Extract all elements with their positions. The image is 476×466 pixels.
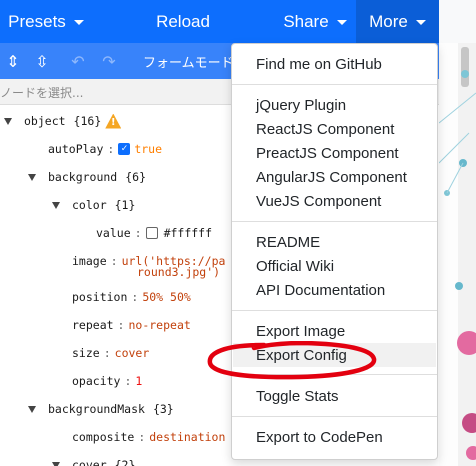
menu-item-export-to-codepen[interactable]: Export to CodePen bbox=[233, 425, 436, 449]
chevron-down-icon bbox=[415, 20, 426, 25]
menu-item-export-config[interactable]: Export Config bbox=[233, 343, 436, 367]
share-dropdown-button[interactable]: Share bbox=[274, 0, 356, 43]
menu-item-toggle-stats[interactable]: Toggle Stats bbox=[233, 384, 436, 408]
node-key: autoPlay bbox=[48, 142, 104, 156]
node-value: 1 bbox=[135, 374, 143, 388]
node-value: #ffffff bbox=[163, 226, 213, 240]
warning-icon: ! bbox=[105, 113, 122, 129]
node-value: destination bbox=[149, 430, 226, 444]
expand-triangle-icon[interactable] bbox=[28, 173, 36, 181]
node-count: {16} bbox=[73, 114, 102, 128]
tree-node-opacity[interactable]: opacity: 1 bbox=[72, 367, 142, 395]
tree-node-backgroundmask[interactable]: backgroundMask {3} bbox=[28, 395, 174, 423]
node-search-placeholder: ノードを選択... bbox=[0, 86, 84, 100]
menu-item-readme[interactable]: README bbox=[233, 230, 436, 254]
tree-node-value[interactable]: value: #ffffff bbox=[96, 219, 212, 247]
node-key: value bbox=[96, 226, 131, 240]
presets-dropdown-button[interactable]: Presets bbox=[0, 0, 92, 43]
tree-node-color[interactable]: color {1} bbox=[52, 191, 135, 219]
chevron-down-icon bbox=[336, 20, 347, 25]
menu-item-vuejs-component[interactable]: VueJS Component bbox=[233, 189, 436, 213]
color-swatch[interactable] bbox=[145, 227, 158, 239]
checkbox-checked[interactable]: ✓ bbox=[118, 143, 131, 155]
tree-node-position[interactable]: position: 50% 50% bbox=[72, 283, 191, 311]
share-label: Share bbox=[283, 11, 329, 31]
tree-node-composite[interactable]: composite: destination bbox=[72, 423, 225, 451]
node-value: true bbox=[134, 142, 163, 156]
node-key: object bbox=[24, 114, 66, 128]
more-dropdown-menu: Find me on GitHub jQuery Plugin ReactJS … bbox=[231, 43, 438, 460]
expand-triangle-icon[interactable] bbox=[52, 201, 60, 209]
node-count: {2} bbox=[114, 458, 136, 466]
top-toolbar: Presets Reload Share More bbox=[0, 0, 476, 43]
menu-divider bbox=[232, 416, 437, 417]
menu-item-api-documentation[interactable]: API Documentation bbox=[233, 278, 436, 302]
node-value-continued: round3.jpg') bbox=[137, 265, 221, 279]
presets-label: Presets bbox=[8, 11, 66, 31]
node-key: position bbox=[72, 290, 128, 304]
node-count: {1} bbox=[114, 198, 136, 212]
reload-button[interactable]: Reload bbox=[120, 0, 246, 43]
menu-item-angularjs-component[interactable]: AngularJS Component bbox=[233, 165, 436, 189]
menu-divider bbox=[232, 84, 437, 85]
tree-node-background[interactable]: background {6} bbox=[28, 163, 146, 191]
expand-triangle-icon[interactable] bbox=[52, 461, 60, 466]
particles-decoration bbox=[439, 43, 476, 466]
menu-item-reactjs-component[interactable]: ReactJS Component bbox=[233, 117, 436, 141]
redo-icon[interactable]: ↷ bbox=[99, 51, 119, 71]
expand-triangle-icon[interactable] bbox=[4, 117, 12, 125]
topbar-right-area bbox=[439, 0, 476, 43]
tree-node-repeat[interactable]: repeat: no-repeat bbox=[72, 311, 191, 339]
tree-node-object[interactable]: object {16} ! bbox=[4, 107, 122, 135]
node-key: image bbox=[72, 254, 107, 268]
menu-item-export-image[interactable]: Export Image bbox=[233, 319, 436, 343]
node-key: backgroundMask bbox=[48, 402, 145, 416]
more-label: More bbox=[369, 11, 408, 31]
node-key: size bbox=[72, 346, 100, 360]
node-key: opacity bbox=[72, 374, 121, 388]
menu-item-preactjs-component[interactable]: PreactJS Component bbox=[233, 141, 436, 165]
node-count: {3} bbox=[152, 402, 174, 416]
menu-divider bbox=[232, 310, 437, 311]
node-key: repeat bbox=[72, 318, 114, 332]
menu-item-official-wiki[interactable]: Official Wiki bbox=[233, 254, 436, 278]
tree-node-image-continued: round3.jpg') bbox=[137, 263, 220, 281]
node-key: background bbox=[48, 170, 118, 184]
node-value: 50% 50% bbox=[142, 290, 191, 304]
node-key: cover bbox=[72, 458, 107, 466]
mode-selector[interactable]: フォームモード bbox=[135, 43, 234, 79]
more-dropdown-button[interactable]: More bbox=[356, 0, 439, 43]
menu-item-github[interactable]: Find me on GitHub bbox=[233, 52, 436, 76]
menu-item-jquery-plugin[interactable]: jQuery Plugin bbox=[233, 93, 436, 117]
expand-triangle-icon[interactable] bbox=[28, 405, 36, 413]
tree-node-autoplay[interactable]: autoPlay: ✓ true bbox=[48, 135, 162, 163]
node-key: color bbox=[72, 198, 107, 212]
reload-label: Reload bbox=[156, 11, 210, 31]
collapse-all-icon[interactable]: ⇳ bbox=[32, 51, 52, 71]
particles-background bbox=[439, 43, 476, 466]
expand-all-icon[interactable]: ⇕ bbox=[3, 51, 23, 71]
undo-icon[interactable]: ↶ bbox=[68, 51, 88, 71]
tree-node-size[interactable]: size: cover bbox=[72, 339, 149, 367]
node-value: cover bbox=[114, 346, 150, 360]
chevron-down-icon bbox=[73, 20, 84, 25]
node-value: no-repeat bbox=[128, 318, 191, 332]
node-key: composite bbox=[72, 430, 135, 444]
node-count: {6} bbox=[125, 170, 147, 184]
tree-node-cover[interactable]: cover {2} bbox=[52, 451, 135, 466]
menu-divider bbox=[232, 374, 437, 375]
menu-divider bbox=[232, 221, 437, 222]
